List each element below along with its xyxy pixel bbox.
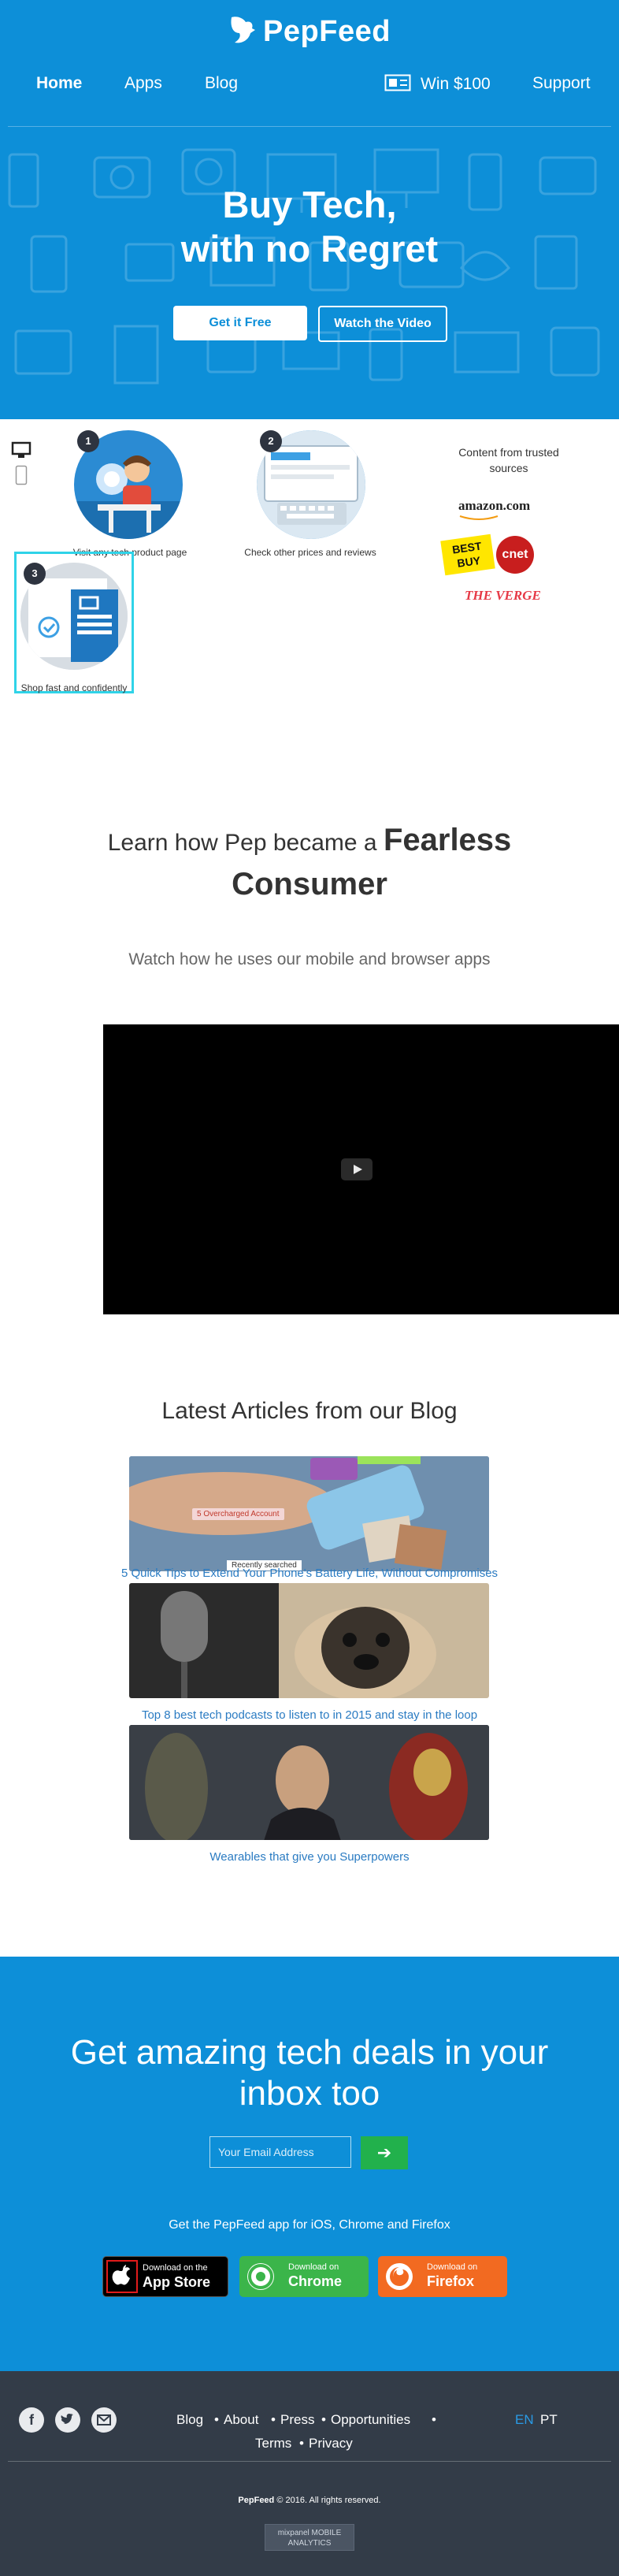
article-2-link[interactable]: Top 8 best tech podcasts to listen to in… bbox=[0, 1708, 619, 1722]
ticket-icon bbox=[384, 74, 411, 96]
play-button[interactable] bbox=[341, 1158, 373, 1180]
hero-title: Buy Tech, with no Regret bbox=[0, 183, 619, 271]
mobile-view-icon[interactable] bbox=[15, 465, 28, 489]
article-1-thumbnail[interactable]: 5 Overcharged Account Recently searched bbox=[129, 1456, 489, 1571]
firefox-icon bbox=[386, 2263, 413, 2290]
newsletter-title-line1: Get amazing tech deals in your bbox=[70, 2033, 549, 2072]
desktop-view-icon[interactable] bbox=[11, 441, 32, 463]
nav-blog-link[interactable]: Blog bbox=[205, 74, 238, 93]
app-store-big-text: App Store bbox=[143, 2274, 211, 2290]
play-icon bbox=[354, 1165, 362, 1174]
footer-divider bbox=[8, 2461, 611, 2462]
step-3-number: 3 bbox=[24, 563, 46, 585]
learn-heading-emphasis-2: Consumer bbox=[232, 867, 387, 901]
facebook-icon[interactable]: f bbox=[19, 2407, 44, 2433]
learn-heading-prefix: Learn how Pep became a bbox=[107, 830, 377, 856]
device-pattern-background bbox=[8, 148, 600, 385]
nav-home-link[interactable]: Home bbox=[36, 74, 82, 93]
step-2-number: 2 bbox=[260, 430, 282, 452]
footer-separator: • bbox=[299, 2436, 304, 2451]
get-it-free-button[interactable]: Get it Free bbox=[173, 306, 307, 340]
mixpanel-badge[interactable]: mixpanel MOBILE ANALYTICS bbox=[265, 2524, 354, 2551]
footer-terms-link[interactable]: Terms bbox=[255, 2436, 291, 2451]
chrome-icon bbox=[247, 2263, 274, 2290]
article-3-link[interactable]: Wearables that give you Superpowers bbox=[0, 1850, 619, 1864]
firefox-big-text: Firefox bbox=[427, 2273, 475, 2289]
hero-title-line2: with no Regret bbox=[180, 228, 439, 269]
footer-opportunities-link[interactable]: Opportunities bbox=[331, 2412, 410, 2428]
newsletter-title-line2: inbox too bbox=[239, 2074, 380, 2113]
apps-availability-text: Get the PepFeed app for iOS, Chrome and … bbox=[169, 2218, 450, 2232]
hero-title-line1: Buy Tech, bbox=[222, 184, 397, 225]
language-pt-link[interactable]: PT bbox=[540, 2412, 558, 2428]
hero-section: PepFeed Home Apps Blog Win $100 Support … bbox=[0, 0, 619, 419]
the-verge-logo: THE VERGE bbox=[465, 588, 541, 603]
email-icon[interactable] bbox=[91, 2407, 117, 2433]
footer-separator: • bbox=[432, 2412, 436, 2427]
bestbuy-logo: BEST BUY bbox=[440, 533, 495, 576]
article-2-thumbnail[interactable] bbox=[129, 1583, 489, 1698]
nav-apps-link[interactable]: Apps bbox=[124, 74, 162, 93]
learn-subtitle: Watch how he uses our mobile and browser… bbox=[128, 950, 491, 968]
firefox-small-text: Download on bbox=[427, 2262, 478, 2272]
chrome-big-text: Chrome bbox=[288, 2273, 343, 2289]
newsletter-section: Get amazing tech deals in your inbox too… bbox=[0, 1957, 619, 2371]
copyright-brand: PepFeed bbox=[238, 2496, 275, 2505]
email-input[interactable] bbox=[209, 2136, 351, 2168]
article-1-tag-overcharged: 5 Overcharged Account bbox=[192, 1508, 284, 1520]
app-store-button[interactable]: Download on the App Store bbox=[102, 2256, 228, 2297]
mixpanel-badge-line1: mixpanel MOBILE bbox=[277, 2529, 342, 2537]
article-3-thumbnail[interactable] bbox=[129, 1725, 489, 1840]
nav-win-label: Win $100 bbox=[421, 75, 491, 93]
nav-support-link[interactable]: Support bbox=[532, 74, 591, 93]
footer: f Blog • About • Press • Opportunities •… bbox=[0, 2371, 619, 2576]
video-player[interactable] bbox=[103, 1024, 619, 1314]
learn-heading: Learn how Pep became a Fearless Consumer bbox=[47, 820, 572, 908]
amazon-smile-icon bbox=[458, 511, 499, 520]
footer-separator: • bbox=[214, 2412, 219, 2427]
footer-blog-link[interactable]: Blog bbox=[176, 2412, 203, 2428]
firefox-store-button[interactable]: Download on Firefox bbox=[378, 2256, 507, 2297]
footer-about-link[interactable]: About bbox=[224, 2412, 258, 2428]
footer-separator: • bbox=[271, 2412, 276, 2427]
footer-press-link[interactable]: Press bbox=[280, 2412, 314, 2428]
bird-logo-icon bbox=[228, 14, 257, 54]
app-store-small-text: Download on the bbox=[143, 2263, 208, 2273]
mixpanel-badge-line2: ANALYTICS bbox=[287, 2539, 332, 2548]
apple-icon-frame bbox=[106, 2260, 138, 2293]
arrow-right-icon: ➔ bbox=[376, 2143, 392, 2162]
copyright-rest: © 2016. All rights reserved. bbox=[276, 2496, 381, 2505]
step-2-caption: Check other prices and reviews bbox=[244, 547, 376, 558]
step-1-number: 1 bbox=[77, 430, 99, 452]
sources-title: Content from trusted sources bbox=[458, 446, 559, 474]
step-3-caption: Shop fast and confidently bbox=[20, 682, 128, 693]
footer-privacy-link[interactable]: Privacy bbox=[309, 2436, 353, 2451]
cnet-logo: cnet bbox=[496, 536, 534, 574]
article-1-link[interactable]: 5 Quick Tips to Extend Your Phone's Batt… bbox=[0, 1567, 619, 1580]
apple-icon bbox=[112, 2265, 130, 2285]
blog-heading: Latest Articles from our Blog bbox=[161, 1398, 458, 1424]
language-en-link[interactable]: EN bbox=[515, 2412, 534, 2428]
chrome-store-button[interactable]: Download on Chrome bbox=[239, 2256, 369, 2297]
chrome-small-text: Download on bbox=[288, 2262, 339, 2272]
copyright-text: PepFeed © 2016. All rights reserved. bbox=[0, 2496, 619, 2505]
footer-separator: • bbox=[321, 2412, 326, 2427]
logo-text: PepFeed bbox=[263, 15, 391, 48]
nav-win-link[interactable]: Win $100 bbox=[384, 74, 491, 96]
twitter-icon[interactable] bbox=[55, 2407, 80, 2433]
newsletter-title: Get amazing tech deals in your inbox too bbox=[0, 2032, 619, 2114]
header-divider bbox=[8, 126, 611, 127]
learn-heading-emphasis-1: Fearless bbox=[383, 823, 512, 857]
subscribe-arrow-button[interactable]: ➔ bbox=[361, 2136, 408, 2169]
pepfeed-logo[interactable]: PepFeed bbox=[0, 14, 619, 54]
watch-video-button[interactable]: Watch the Video bbox=[318, 306, 447, 342]
